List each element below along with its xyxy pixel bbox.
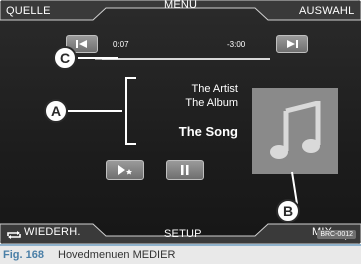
next-track-button[interactable] xyxy=(276,35,308,53)
figure-number: Fig. 168 xyxy=(3,249,44,261)
album-name: The Album xyxy=(185,97,238,109)
menu-tab[interactable]: MENÜ xyxy=(164,0,197,11)
artist-name: The Artist xyxy=(191,83,238,95)
play-star-icon xyxy=(118,165,132,175)
track-progress-bar[interactable] xyxy=(95,58,270,60)
remaining-time: -3:00 xyxy=(227,40,246,49)
album-cover xyxy=(252,88,338,174)
repeat-tab[interactable]: WIEDERH. xyxy=(24,226,81,238)
callout-b: B xyxy=(276,199,300,223)
callout-a: A xyxy=(44,99,68,123)
figure-title: Hovedmenuen MEDIER xyxy=(58,249,176,261)
figure-code: BRC-0012 xyxy=(317,230,356,239)
top-bar: QUELLE MENÜ AUSWAHL xyxy=(0,0,361,26)
pause-button[interactable] xyxy=(166,160,204,180)
repeat-icon xyxy=(6,227,22,244)
media-screen: QUELLE MENÜ AUSWAHL 0:07 -3:00 The Artis… xyxy=(0,0,361,244)
figure-caption: Fig. 168 Hovedmenuen MEDIER xyxy=(0,244,361,264)
bottom-bar: WIEDERH. SETUP MIX xyxy=(0,218,361,244)
skip-back-icon xyxy=(76,40,87,48)
selection-tab[interactable]: AUSWAHL xyxy=(299,5,354,17)
callout-c: C xyxy=(53,46,77,70)
play-favourite-button[interactable] xyxy=(106,160,144,180)
elapsed-time: 0:07 xyxy=(113,40,129,49)
music-note-icon xyxy=(270,101,321,159)
source-tab[interactable]: QUELLE xyxy=(6,5,51,17)
skip-forward-icon xyxy=(287,40,298,48)
song-title: The Song xyxy=(178,124,238,139)
track-progress-fill xyxy=(95,58,102,60)
setup-tab[interactable]: SETUP xyxy=(164,228,202,240)
metadata-bracket xyxy=(125,77,136,145)
pause-icon xyxy=(181,165,189,175)
